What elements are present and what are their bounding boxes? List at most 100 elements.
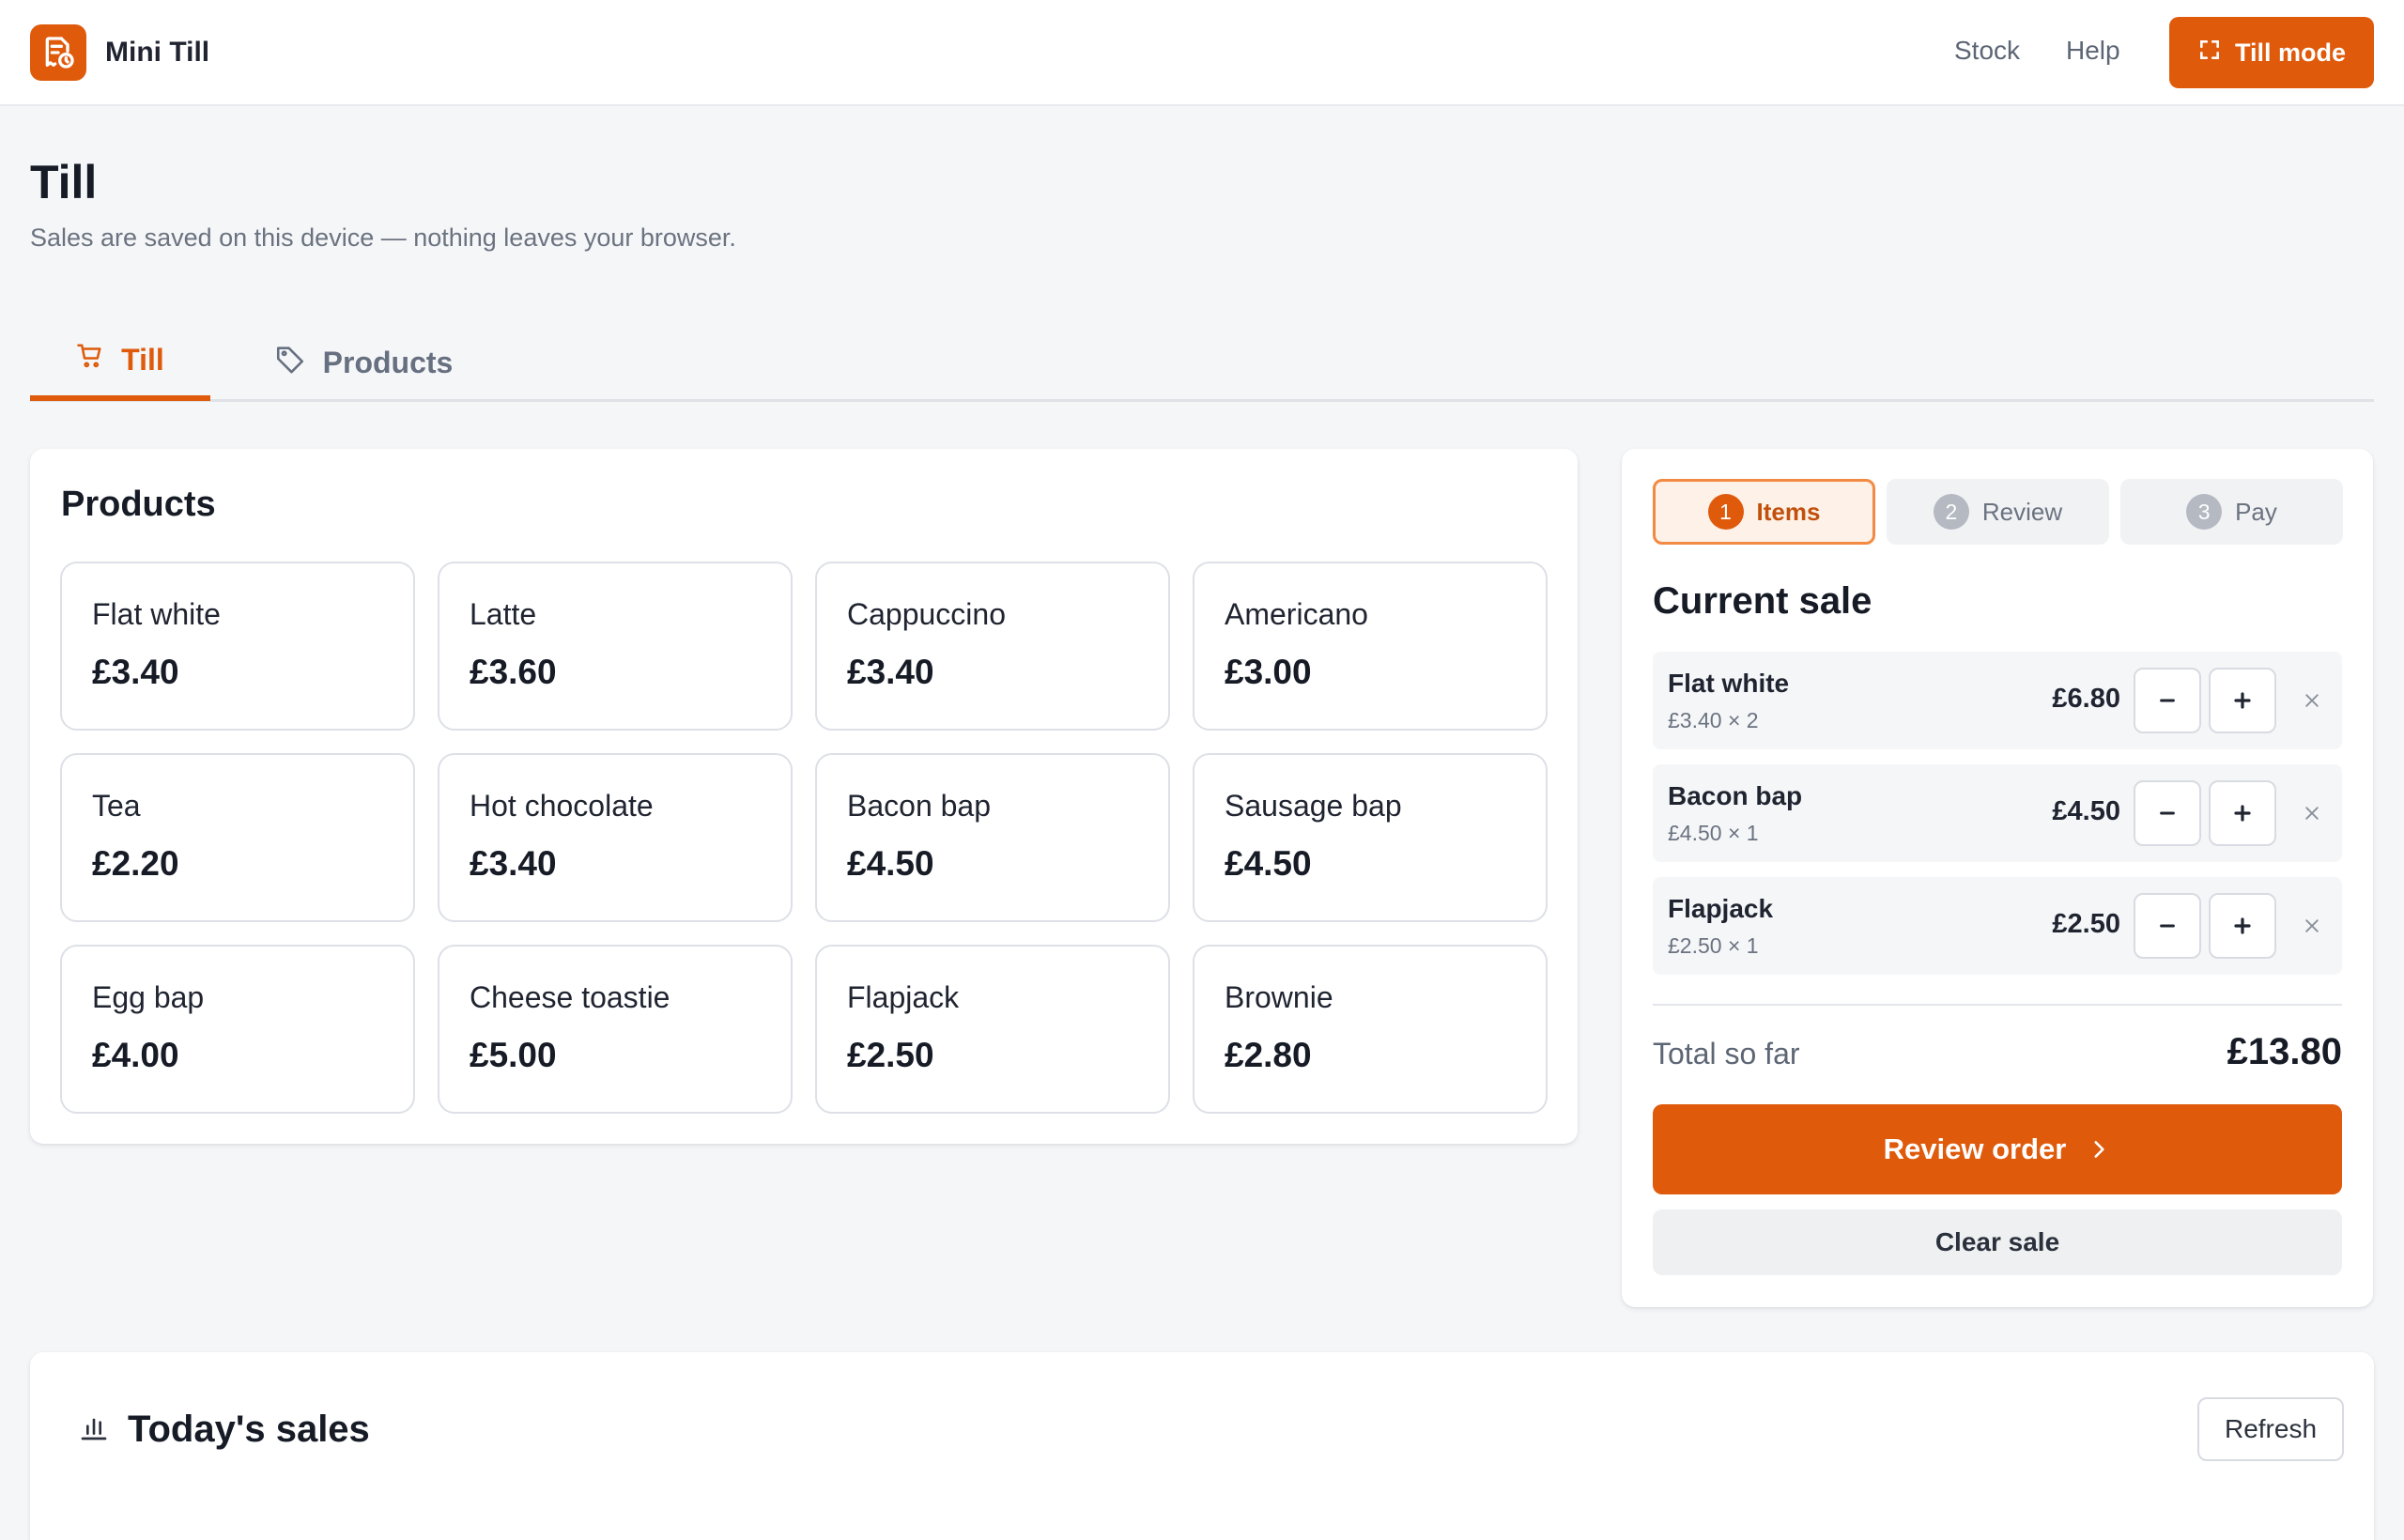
product-tile[interactable]: Hot chocolate £3.40 (438, 753, 793, 922)
step-number: 3 (2186, 494, 2223, 530)
remove-line-button[interactable] (2295, 909, 2329, 943)
product-price: £3.60 (470, 653, 557, 691)
review-order-label: Review order (1883, 1132, 2067, 1165)
tag-icon (274, 343, 306, 382)
increase-quantity-button[interactable] (2209, 780, 2276, 846)
product-name: Bacon bap (847, 789, 992, 823)
tab-products-label: Products (322, 345, 454, 379)
products-title: Products (61, 485, 216, 524)
product-price: £2.80 (1225, 1036, 1312, 1074)
close-icon (2305, 807, 2319, 820)
current-sale-title: Current sale (1653, 580, 1872, 622)
brand[interactable]: Mini Till (30, 24, 209, 81)
todays-sales-title: Today's sales (128, 1409, 370, 1450)
product-name: Egg bap (92, 980, 205, 1014)
product-tile[interactable]: Latte £3.60 (438, 562, 793, 731)
plus-icon (2234, 692, 2251, 709)
nav-stock-link[interactable]: Stock (1954, 36, 2020, 66)
minus-icon (2160, 811, 2175, 815)
product-tile[interactable]: Flat white £3.40 (60, 562, 415, 731)
checkout-steps: 1 Items 2 Review 3 Pay (1653, 479, 2343, 545)
line-item-name: Bacon bap (1668, 781, 1803, 810)
product-tile[interactable]: Sausage bap £4.50 (1193, 753, 1548, 922)
current-sale-panel: 1 Items 2 Review 3 Pay Current sale Flat… (1622, 449, 2373, 1307)
decrease-quantity-button[interactable] (2134, 668, 2201, 733)
tab-products[interactable]: Products (255, 324, 471, 401)
product-tile[interactable]: Americano £3.00 (1193, 562, 1548, 731)
nav-help-link[interactable]: Help (2066, 36, 2120, 66)
step-label: Review (1981, 497, 2063, 526)
receipt-icon (30, 24, 86, 81)
minus-icon (2160, 699, 2175, 702)
clear-sale-button[interactable]: Clear sale (1653, 1209, 2342, 1275)
decrease-quantity-button[interactable] (2134, 780, 2201, 846)
sale-line-item: Flapjack £2.50 × 1 £2.50 (1653, 877, 2342, 975)
product-price: £4.00 (92, 1036, 179, 1074)
step-pay[interactable]: 3 Pay (2120, 479, 2343, 545)
plus-icon (2234, 917, 2251, 934)
product-price: £2.20 (92, 844, 179, 883)
step-review[interactable]: 2 Review (1887, 479, 2109, 545)
bar-chart-icon (79, 1412, 109, 1447)
product-price: £4.50 (847, 844, 934, 883)
product-name: Latte (470, 597, 537, 631)
till-mode-button[interactable]: Till mode (2169, 17, 2374, 88)
line-item-detail: £4.50 × 1 (1668, 821, 1759, 845)
product-tile[interactable]: Cheese toastie £5.00 (438, 945, 793, 1114)
sale-line-item: Bacon bap £4.50 × 1 £4.50 (1653, 764, 2342, 862)
line-item-total: £2.50 (2052, 909, 2120, 939)
tab-till[interactable]: Till (30, 324, 210, 401)
product-name: Flat white (92, 597, 221, 631)
step-number: 2 (1933, 494, 1969, 530)
close-icon (2305, 694, 2319, 707)
cart-icon (76, 342, 104, 377)
product-tile[interactable]: Egg bap £4.00 (60, 945, 415, 1114)
top-bar: Mini Till Stock Help Till mode (0, 0, 2404, 106)
product-tile[interactable]: Flapjack £2.50 (815, 945, 1170, 1114)
step-label: Pay (2235, 497, 2277, 526)
line-item-detail: £3.40 × 2 (1668, 708, 1759, 732)
remove-line-button[interactable] (2295, 796, 2329, 830)
product-price: £3.40 (92, 653, 179, 691)
line-item-total: £6.80 (2052, 684, 2120, 714)
product-tile[interactable]: Bacon bap £4.50 (815, 753, 1170, 922)
remove-line-button[interactable] (2295, 684, 2329, 717)
todays-sales-header: Today's sales (79, 1409, 370, 1451)
product-price: £3.40 (470, 844, 557, 883)
plus-icon (2234, 805, 2251, 822)
product-name: Flapjack (847, 980, 960, 1014)
tab-till-label: Till (121, 342, 164, 377)
chevron-right-icon (2094, 1141, 2104, 1158)
refresh-button[interactable]: Refresh (2197, 1397, 2344, 1461)
sale-line-item: Flat white £3.40 × 2 £6.80 (1653, 652, 2342, 749)
page-title: Till (30, 156, 98, 208)
product-name: Cappuccino (847, 597, 1006, 631)
page-subtitle: Sales are saved on this device — nothing… (30, 223, 736, 252)
product-name: Brownie (1225, 980, 1333, 1014)
increase-quantity-button[interactable] (2209, 668, 2276, 733)
product-name: Hot chocolate (470, 789, 654, 823)
decrease-quantity-button[interactable] (2134, 893, 2201, 959)
product-tile[interactable]: Tea £2.20 (60, 753, 415, 922)
product-price: £5.00 (470, 1036, 557, 1074)
total-value: £13.80 (2227, 1031, 2342, 1072)
increase-quantity-button[interactable] (2209, 893, 2276, 959)
step-label: Items (1756, 497, 1821, 526)
line-item-name: Flat white (1668, 669, 1790, 698)
product-grid: Flat white £3.40 Latte £3.60 Cappuccino … (60, 562, 1548, 1114)
minus-icon (2160, 924, 2175, 928)
products-panel: Products Flat white £3.40 Latte £3.60 Ca… (30, 449, 1578, 1144)
product-tile[interactable]: Cappuccino £3.40 (815, 562, 1170, 731)
fullscreen-icon (2197, 38, 2222, 69)
todays-sales-panel: Today's sales Refresh (30, 1352, 2374, 1540)
step-number: 1 (1707, 494, 1744, 530)
line-item-total: £4.50 (2052, 796, 2120, 826)
step-items[interactable]: 1 Items (1653, 479, 1875, 545)
product-price: £3.00 (1225, 653, 1312, 691)
app-name: Mini Till (105, 37, 210, 68)
review-order-button[interactable]: Review order (1653, 1104, 2342, 1194)
product-tile[interactable]: Brownie £2.80 (1193, 945, 1548, 1114)
line-item-name: Flapjack (1668, 894, 1774, 923)
product-name: Tea (92, 789, 141, 823)
total-label: Total so far (1653, 1037, 1800, 1070)
